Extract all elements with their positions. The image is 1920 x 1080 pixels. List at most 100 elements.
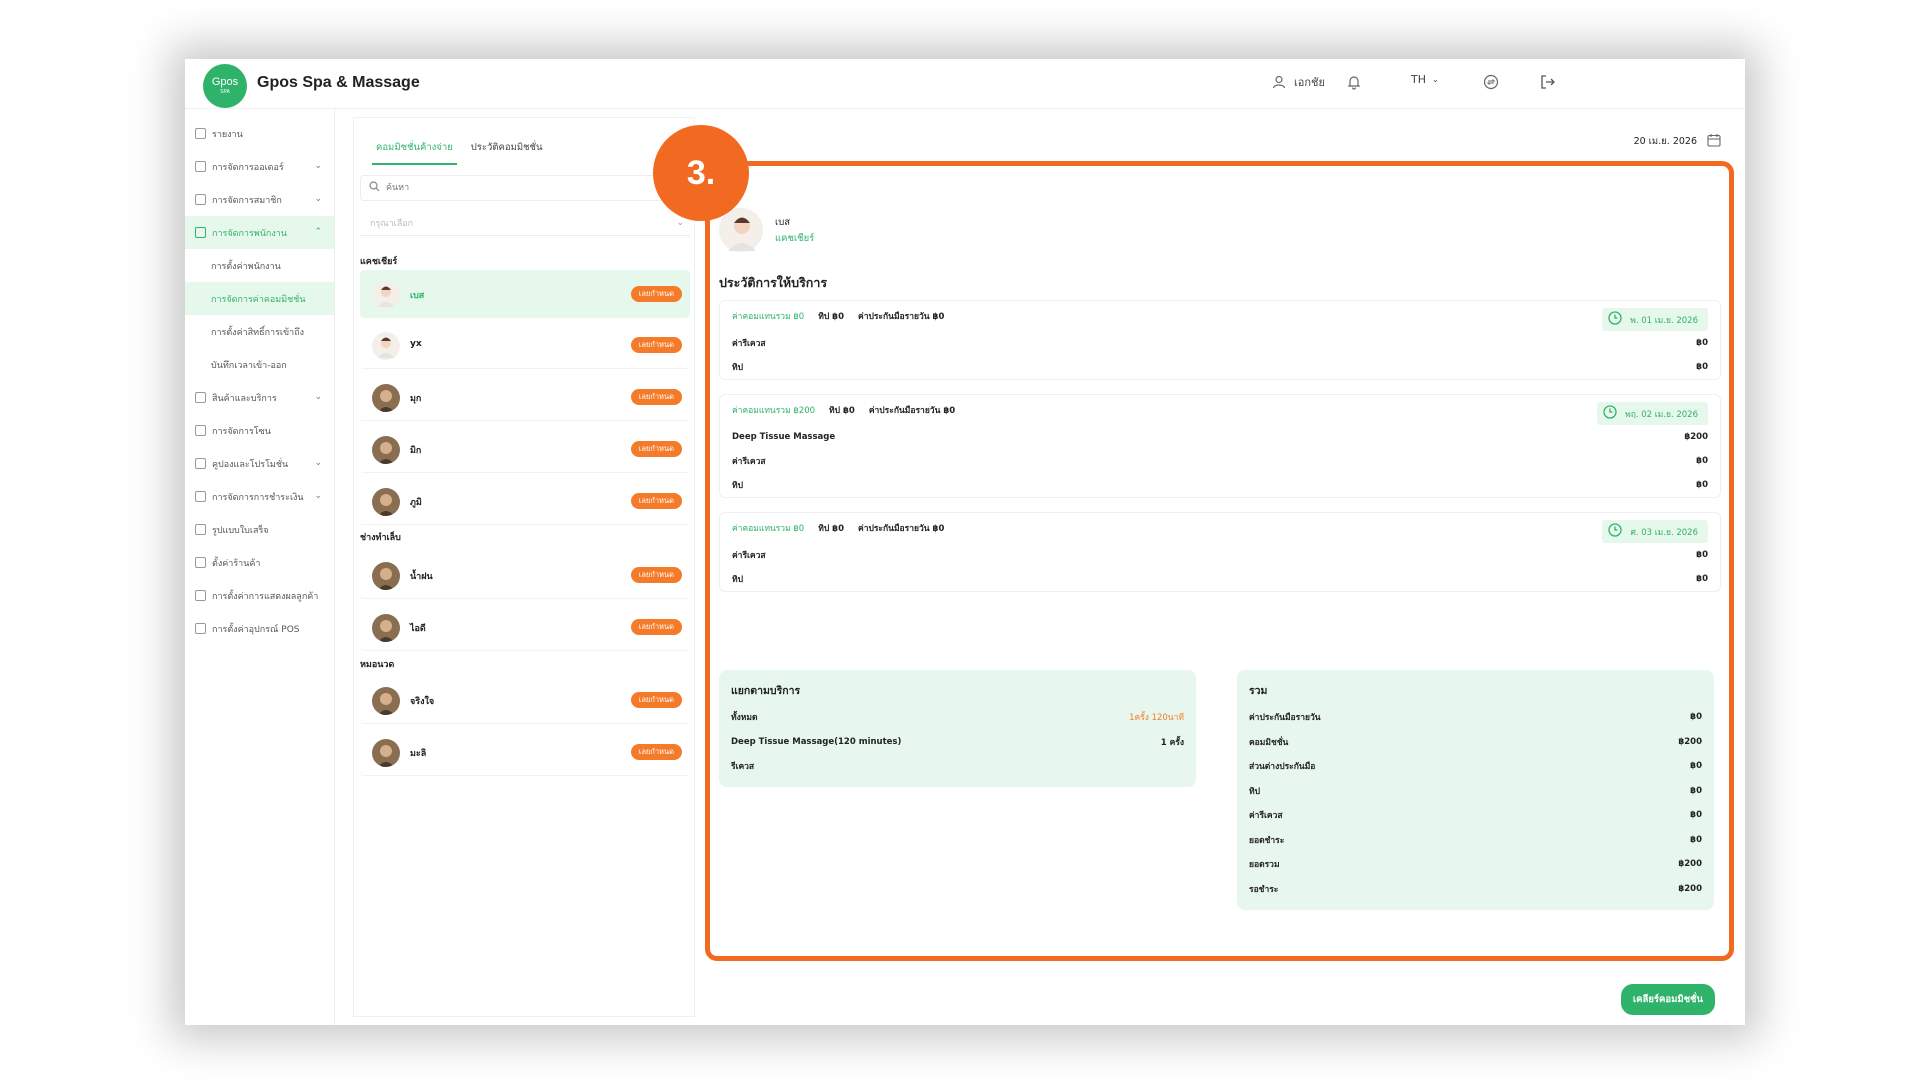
sidebar-item-report[interactable]: รายงาน [185,117,334,150]
employee-item[interactable]: มุก เลยกำหนด [360,373,690,421]
totals-row: ค่ารีเควส ฿0 [1249,810,1702,822]
zone-icon [195,425,206,436]
status-badge: เลยกำหนด [630,744,682,760]
status-badge: เลยกำหนด [630,441,682,457]
totals-row: ส่วนต่างประกันมือ ฿0 [1249,761,1702,773]
member-icon [195,194,206,205]
top-bar: Gpos SPA Gpos Spa & Massage เอกชัย TH ⌄ [185,59,1745,109]
avatar [372,488,400,516]
logout-button[interactable] [1539,73,1557,91]
chevron-down-icon: ⌄ [314,392,322,402]
chevron-down-icon: ⌄ [1432,75,1439,84]
sidebar-item-customer-display[interactable]: การตั้งค่าการแสดงผลลูกค้า [185,579,334,612]
clock-icon [1608,311,1622,328]
calendar-icon [1707,133,1721,150]
step-marker: 3. [653,125,749,221]
date-pill: ศ. 03 เม.ย. 2026 [1602,520,1708,543]
totals-row: ค่าประกันมือรายวัน ฿0 [1249,712,1702,724]
product-icon [195,392,206,403]
status-badge: เลยกำหนด [630,567,682,583]
app-title: Gpos Spa & Massage [257,74,420,91]
group-label-nail-tech: ช่างทำเล็บ [360,533,401,543]
search-icon [369,181,380,195]
detail-row: ทิป ฿0 [732,362,1708,373]
clear-commission-button[interactable]: เคลียร์คอมมิชชั่น [1620,984,1715,1015]
app-window: GposSPA Gpos Spa & Massage เอกชัย TH ⌄ [185,59,1745,1025]
sidebar-item-members[interactable]: การจัดการสมาชิก ⌄ [185,183,334,216]
sidebar-item-pos-devices[interactable]: การตั้งค่าอุปกรณ์ POS [185,612,334,645]
totals-row: ยอดชำระ ฿0 [1249,834,1702,846]
chevron-down-icon: ⌄ [676,218,684,228]
group-label-cashier: แคชเชียร์ [360,257,398,267]
search-box[interactable] [360,175,690,201]
clock-icon [1608,523,1623,540]
sidebar-subitem-commission[interactable]: การจัดการค่าคอมมิชชั่น [185,282,334,315]
sidebar-item-receipt[interactable]: รูปแบบใบเสร็จ [185,513,334,546]
card-header: ค่าคอมแทนรวม ฿0 ทิป ฿0 ค่าประกันมือรายวั… [732,524,945,534]
avatar [372,436,400,464]
status-badge: เลยกำหนด [630,337,682,353]
display-icon [195,590,206,601]
totals-summary: รวม ค่าประกันมือรายวัน ฿0 คอมมิชชั่น ฿200 … [1237,670,1714,910]
notification-button[interactable] [1345,73,1363,91]
avatar [719,208,763,252]
employee-item[interactable]: ไอดี เลยกำหนด [360,603,690,651]
sidebar-item-coupons[interactable]: คูปองและโปรโมชั่น ⌄ [185,447,334,480]
app-logo[interactable]: Gpos SPA [203,64,247,108]
chevron-down-icon: ⌄ [314,194,322,204]
status-badge: เลยกำหนด [630,619,682,635]
language-select[interactable]: TH ⌄ [1411,73,1439,86]
chevron-down-icon: ⌄ [314,161,322,171]
sidebar-item-orders[interactable]: การจัดการออเดอร์ ⌄ [185,150,334,183]
avatar [372,687,400,715]
employee-item[interactable]: ภูมิ เลยกำหนด [360,477,690,525]
sync-icon [1482,73,1500,91]
search-input[interactable] [386,183,666,193]
totals-row: คอมมิชชั่น ฿200 [1249,736,1702,748]
employee-item[interactable]: น้ำฝน เลยกำหนด [360,551,690,599]
position-select[interactable]: กรุณาเลือก ⌄ [360,210,690,236]
employee-item[interactable]: มะลิ เลยกำหนด [360,728,690,776]
sidebar-item-payments[interactable]: การจัดการการชำระเงิน ⌄ [185,480,334,513]
user-icon [1270,73,1288,91]
avatar [372,739,400,767]
date-picker[interactable]: 20 เม.ย. 2026 [1634,133,1721,150]
avatar [372,281,400,309]
sidebar-item-staff[interactable]: การจัดการพนักงาน ⌃ [185,216,334,249]
employee-item[interactable]: มิก เลยกำหนด [360,425,690,473]
tab-commission-history[interactable]: ประวัติคอมมิชชั่น [467,140,547,165]
sidebar-subitem-timesheet[interactable]: บันทึกเวลาเข้า-ออก [185,348,334,381]
sidebar-item-zones[interactable]: การจัดการโซน [185,414,334,447]
staff-icon [195,227,206,238]
detail-row: Deep Tissue Massage ฿200 [732,432,1708,442]
employee-item[interactable]: จริงใจ เลยกำหนด [360,676,690,724]
employee-panel: คอมมิชชั่นค้างจ่าย ประวัติคอมมิชชั่น กรุ… [353,117,695,1017]
sidebar-item-products[interactable]: สินค้าและบริการ ⌄ [185,381,334,414]
section-title: ประวัติการให้บริการ [719,275,828,290]
detail-row: ค่ารีเควส ฿0 [732,456,1708,467]
sidebar-item-store[interactable]: ตั้งค่าร้านค้า [185,546,334,579]
totals-title: รวม [1249,685,1268,697]
employee-item[interactable]: yx เลยกำหนด [360,321,690,369]
sidebar-subitem-permissions[interactable]: การตั้งค่าสิทธิ์การเข้าถึง [185,315,334,348]
service-record-card: ค่าคอมแทนรวม ฿0 ทิป ฿0 ค่าประกันมือรายวั… [719,512,1721,592]
detail-row: ค่ารีเควส ฿0 [732,338,1708,349]
group-label-masseuse: หมอนวด [360,660,395,670]
service-record-card: ค่าคอมแทนรวม ฿200 ทิป ฿0 ค่าประกันมือราย… [719,394,1721,498]
chevron-down-icon: ⌄ [314,491,322,501]
employee-role: แคชเชียร์ [775,233,815,244]
employee-item[interactable]: เบส เลยกำหนด [360,270,690,318]
tab-pending-commission[interactable]: คอมมิชชั่นค้างจ่าย [372,140,457,165]
totals-row: ทิป ฿0 [1249,785,1702,797]
commission-detail: 20 เม.ย. 2026 เบส แคชเชียร์ ประวัติการให… [705,117,1745,1025]
user-menu[interactable]: เอกชัย [1270,73,1325,91]
pos-icon [195,623,206,634]
employee-name: เบส [775,217,791,228]
sidebar: รายงาน การจัดการออเดอร์ ⌄ การจัดการสมาชิก… [185,109,335,1025]
store-icon [195,557,206,568]
chevron-down-icon: ⌄ [314,458,322,468]
payment-icon [195,491,206,502]
sync-button[interactable] [1482,73,1500,91]
sidebar-subitem-staff-settings[interactable]: การตั้งค่าพนักงาน [185,249,334,282]
date-value: 20 เม.ย. 2026 [1633,136,1697,147]
